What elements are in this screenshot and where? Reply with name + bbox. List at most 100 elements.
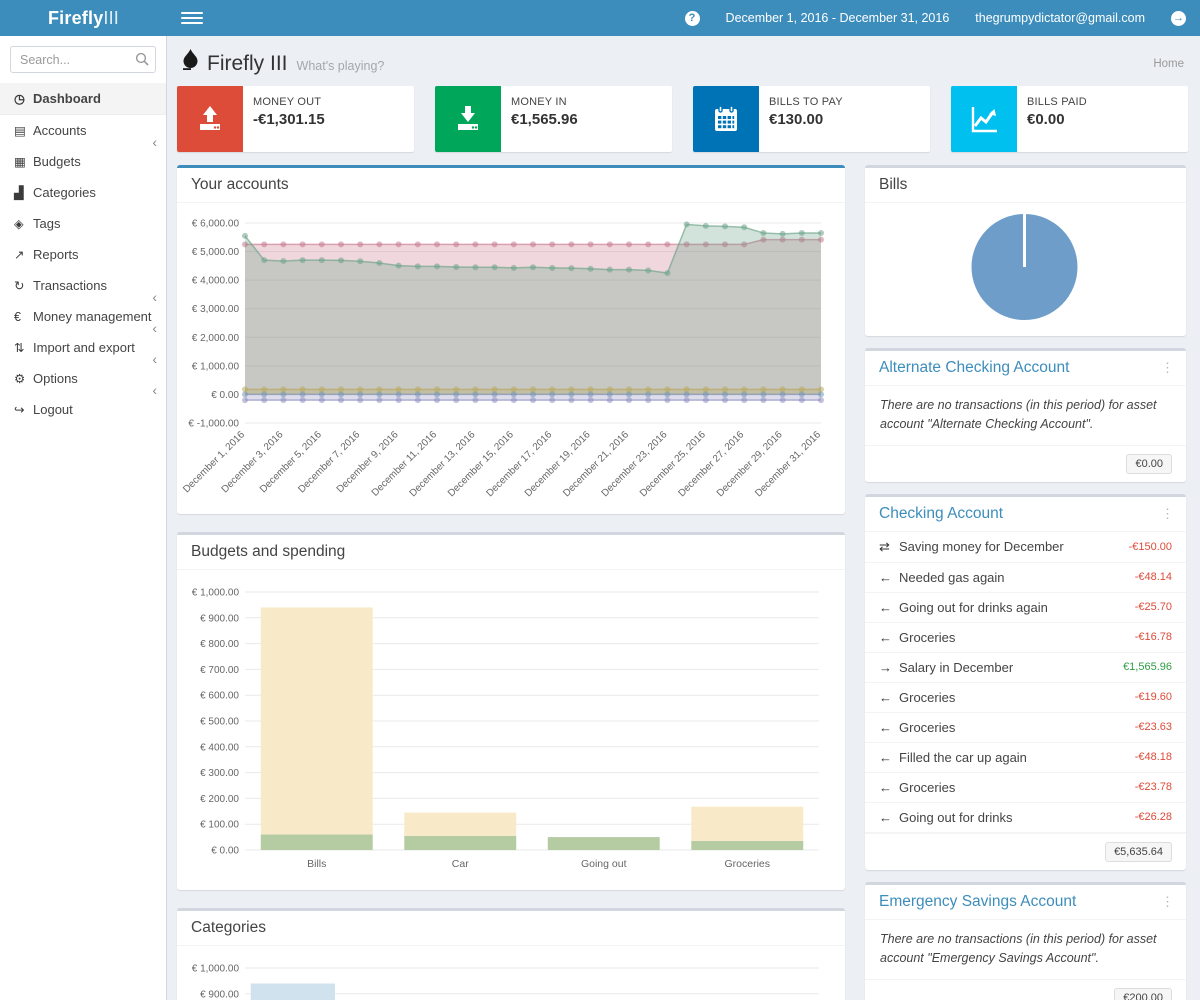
- transaction-row[interactable]: ←Groceries-€19.60: [865, 683, 1186, 713]
- empty-transactions-note: There are no transactions (in this perio…: [880, 930, 1171, 969]
- import-export-icon: ⇅: [14, 340, 33, 355]
- transaction-amount: -€19.60: [1135, 691, 1172, 703]
- categories-icon: ▟: [14, 185, 33, 200]
- dashboard-icon: ◷: [14, 91, 33, 106]
- logo-thin: III: [103, 8, 119, 29]
- panel-menu-icon[interactable]: ⋮: [1161, 360, 1174, 376]
- transaction-row[interactable]: ←Groceries-€16.78: [865, 623, 1186, 653]
- transaction-amount: -€23.63: [1135, 721, 1172, 733]
- info-box-money-in: MONEY IN€1,565.96: [435, 86, 672, 152]
- svg-text:€ 1,000.00: € 1,000.00: [192, 588, 240, 599]
- transaction-description: Needed gas again: [899, 570, 1005, 585]
- svg-text:€ 2,000.00: € 2,000.00: [192, 333, 240, 344]
- sidebar-item-label: Dashboard: [33, 91, 101, 106]
- emergency-savings-title[interactable]: Emergency Savings Account: [879, 893, 1076, 910]
- transaction-row[interactable]: ←Going out for drinks-€26.28: [865, 803, 1186, 833]
- transaction-amount: -€25.70: [1135, 601, 1172, 613]
- svg-text:Bills: Bills: [307, 858, 326, 870]
- budgets-bar-chart[interactable]: € 1,000.00€ 900.00€ 800.00€ 700.00€ 600.…: [179, 578, 829, 883]
- sidebar-item-reports[interactable]: ↗Reports: [0, 239, 166, 270]
- transaction-row[interactable]: →Salary in December€1,565.96: [865, 653, 1186, 683]
- sidebar-item-tags[interactable]: ◈Tags: [0, 208, 166, 239]
- accounts-line-chart[interactable]: € 6,000.00€ 5,000.00€ 4,000.00€ 3,000.00…: [179, 211, 829, 507]
- svg-text:€ 0.00: € 0.00: [211, 390, 239, 401]
- transaction-row[interactable]: ←Groceries-€23.78: [865, 773, 1186, 803]
- transaction-amount: -€48.18: [1135, 751, 1172, 763]
- transaction-description: Going out for drinks: [899, 810, 1012, 825]
- transaction-amount: -€48.14: [1135, 571, 1172, 583]
- sidebar-item-accounts[interactable]: ▤Accounts‹: [0, 115, 166, 146]
- alternate-checking-title[interactable]: Alternate Checking Account: [879, 359, 1069, 376]
- transaction-list: ⇄Saving money for December-€150.00←Neede…: [865, 532, 1186, 833]
- withdrawal-arrow-icon: ←: [879, 780, 899, 795]
- svg-text:€ 1,000.00: € 1,000.00: [192, 964, 240, 975]
- info-box-bills-paid: BILLS PAID€0.00: [951, 86, 1188, 152]
- sidebar-item-options[interactable]: ⚙Options‹: [0, 363, 166, 394]
- panel-menu-icon[interactable]: ⋮: [1161, 894, 1174, 910]
- transaction-description: Going out for drinks again: [899, 600, 1048, 615]
- svg-text:December 17, 2016: December 17, 2016: [484, 429, 554, 499]
- svg-text:€ 800.00: € 800.00: [200, 639, 239, 650]
- svg-text:December 23, 2016: December 23, 2016: [600, 429, 670, 499]
- svg-text:December 15, 2016: December 15, 2016: [446, 429, 516, 499]
- breadcrumb[interactable]: Home: [1153, 58, 1184, 70]
- app-logo[interactable]: FireflyIII: [0, 0, 167, 36]
- svg-text:December 31, 2016: December 31, 2016: [753, 429, 823, 499]
- categories-bar-chart[interactable]: € 1,000.00€ 900.00€ 800.00€ 700.00€ 600.…: [179, 954, 829, 1000]
- top-navbar: FireflyIII ? December 1, 2016 - December…: [0, 0, 1200, 36]
- sidebar-item-transactions[interactable]: ↻Transactions‹: [0, 270, 166, 301]
- user-email[interactable]: thegrumpydictator@gmail.com: [975, 11, 1145, 25]
- your-accounts-title: Your accounts: [191, 176, 289, 193]
- download-icon: [435, 86, 501, 152]
- sidebar-item-label: Money management: [33, 309, 152, 324]
- info-box-label: BILLS TO PAY: [769, 96, 843, 108]
- bills-pie-chart[interactable]: [880, 211, 1169, 323]
- transaction-description: Saving money for December: [899, 539, 1064, 554]
- emergency-savings-panel: Emergency Savings Account ⋮ There are no…: [865, 882, 1186, 1000]
- hamburger-menu-icon[interactable]: [181, 9, 203, 27]
- bills-title: Bills: [879, 176, 907, 193]
- logout-icon: ↪: [14, 402, 33, 417]
- svg-text:€ 700.00: € 700.00: [200, 665, 239, 676]
- transaction-row[interactable]: ⇄Saving money for December-€150.00: [865, 532, 1186, 563]
- svg-text:€ 400.00: € 400.00: [200, 742, 239, 753]
- transaction-row[interactable]: ←Going out for drinks again -€25.70: [865, 593, 1186, 623]
- reports-icon: ↗: [14, 247, 33, 262]
- svg-text:December 29, 2016: December 29, 2016: [715, 429, 785, 499]
- svg-text:€ 100.00: € 100.00: [200, 820, 239, 831]
- power-icon[interactable]: →: [1171, 11, 1186, 26]
- sidebar-item-logout[interactable]: ↪Logout: [0, 394, 166, 425]
- info-box-bills-to-pay: BILLS TO PAY€130.00: [693, 86, 930, 152]
- sidebar-item-categories[interactable]: ▟Categories: [0, 177, 166, 208]
- checking-account-title[interactable]: Checking Account: [879, 505, 1003, 522]
- transaction-row[interactable]: ←Groceries-€23.63: [865, 713, 1186, 743]
- sidebar-item-label: Reports: [33, 247, 79, 262]
- search-icon[interactable]: [135, 52, 149, 69]
- logo-bold: Firefly: [48, 8, 103, 29]
- info-box-money-out: MONEY OUT-€1,301.15: [177, 86, 414, 152]
- page-title: Firefly III: [207, 52, 288, 76]
- categories-title: Categories: [191, 919, 266, 936]
- sidebar-item-import-and-export[interactable]: ⇅Import and export‹: [0, 332, 166, 363]
- transaction-amount: -€23.78: [1135, 781, 1172, 793]
- date-range[interactable]: December 1, 2016 - December 31, 2016: [726, 11, 950, 25]
- svg-text:December 19, 2016: December 19, 2016: [523, 429, 593, 499]
- help-icon[interactable]: ?: [685, 11, 700, 26]
- transaction-description: Salary in December: [899, 660, 1013, 675]
- panel-menu-icon[interactable]: ⋮: [1161, 506, 1174, 522]
- sidebar-item-budgets[interactable]: ▦Budgets: [0, 146, 166, 177]
- sidebar-item-money-management[interactable]: €Money management‹: [0, 301, 166, 332]
- sidebar-item-dashboard[interactable]: ◷Dashboard: [0, 83, 166, 115]
- transfer-arrow-icon: ⇄: [879, 539, 899, 555]
- svg-text:€ 3,000.00: € 3,000.00: [192, 304, 240, 315]
- svg-text:December 11, 2016: December 11, 2016: [370, 429, 440, 499]
- svg-text:Car: Car: [452, 858, 469, 870]
- transaction-row[interactable]: ←Filled the car up again-€48.18: [865, 743, 1186, 773]
- accounts-icon: ▤: [14, 123, 33, 138]
- budgets-title: Budgets and spending: [191, 543, 345, 560]
- withdrawal-arrow-icon: ←: [879, 600, 899, 615]
- transaction-row[interactable]: ←Needed gas again-€48.14: [865, 563, 1186, 593]
- page-subtitle: What's playing?: [297, 59, 385, 73]
- options-icon: ⚙: [14, 371, 33, 386]
- info-box-label: MONEY OUT: [253, 96, 325, 108]
